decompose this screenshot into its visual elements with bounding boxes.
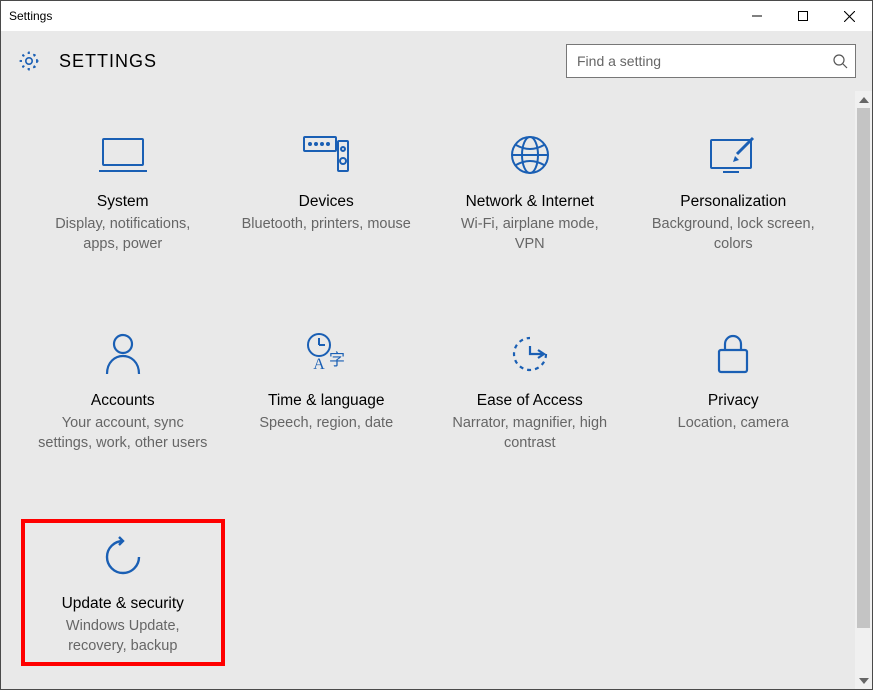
tile-title: Time & language [268,392,385,410]
tile-title: Personalization [680,193,786,211]
tile-desc: Your account, sync settings, work, other… [38,414,208,453]
svg-text:字: 字 [329,351,345,369]
tile-desc: Windows Update, recovery, backup [38,617,208,656]
tile-title: Devices [299,193,354,211]
display-icon [97,127,149,183]
tile-network[interactable]: Network & Internet Wi-Fi, airplane mode,… [428,121,632,260]
page-title: SETTINGS [59,51,157,72]
tile-personalization[interactable]: Personalization Background, lock screen,… [632,121,836,260]
time-language-icon: A 字 [301,326,351,382]
tile-title: Accounts [91,392,155,410]
vertical-scrollbar[interactable] [855,91,872,689]
scroll-up-icon[interactable] [855,91,872,108]
search-input[interactable] [567,53,825,69]
settings-window: Settings SETTINGS [0,0,873,690]
tile-desc: Wi-Fi, airplane mode, VPN [445,215,615,254]
settings-body: System Display, notifications, apps, pow… [1,91,872,689]
tile-time-language[interactable]: A 字 Time & language Speech, region, date [225,320,429,459]
tile-privacy[interactable]: Privacy Location, camera [632,320,836,459]
settings-header: SETTINGS [1,31,872,91]
tile-system[interactable]: System Display, notifications, apps, pow… [21,121,225,260]
tile-title: Update & security [62,595,184,613]
tile-desc: Narrator, magnifier, high contrast [445,414,615,453]
tile-title: Privacy [708,392,759,410]
minimize-button[interactable] [734,1,780,31]
content-area: SETTINGS [1,31,872,689]
tile-title: System [97,193,149,211]
tile-desc: Background, lock screen, colors [648,215,818,254]
tiles-grid: System Display, notifications, apps, pow… [1,91,855,689]
tile-ease-of-access[interactable]: Ease of Access Narrator, magnifier, high… [428,320,632,459]
search-box[interactable] [566,44,856,78]
scroll-down-icon[interactable] [855,672,872,689]
svg-text:A: A [313,356,325,373]
tile-devices[interactable]: Devices Bluetooth, printers, mouse [225,121,429,260]
tile-title: Ease of Access [477,392,583,410]
globe-icon [506,127,554,183]
maximize-button[interactable] [780,1,826,31]
tile-update-security[interactable]: Update & security Windows Update, recove… [21,519,225,666]
update-icon [99,529,147,585]
lock-icon [713,326,753,382]
search-icon [825,53,855,69]
tile-desc: Location, camera [678,414,789,434]
titlebar: Settings [1,1,872,31]
devices-icon [300,127,352,183]
window-title: Settings [1,9,52,23]
person-icon [101,326,145,382]
tile-desc: Bluetooth, printers, mouse [242,215,411,235]
tile-accounts[interactable]: Accounts Your account, sync settings, wo… [21,320,225,459]
tile-title: Network & Internet [466,193,594,211]
tile-desc: Speech, region, date [259,414,393,434]
scrollbar-thumb[interactable] [857,108,870,628]
tile-desc: Display, notifications, apps, power [38,215,208,254]
ease-of-access-icon [506,326,554,382]
close-button[interactable] [826,1,872,31]
gear-icon [17,49,41,73]
personalization-icon [707,127,759,183]
